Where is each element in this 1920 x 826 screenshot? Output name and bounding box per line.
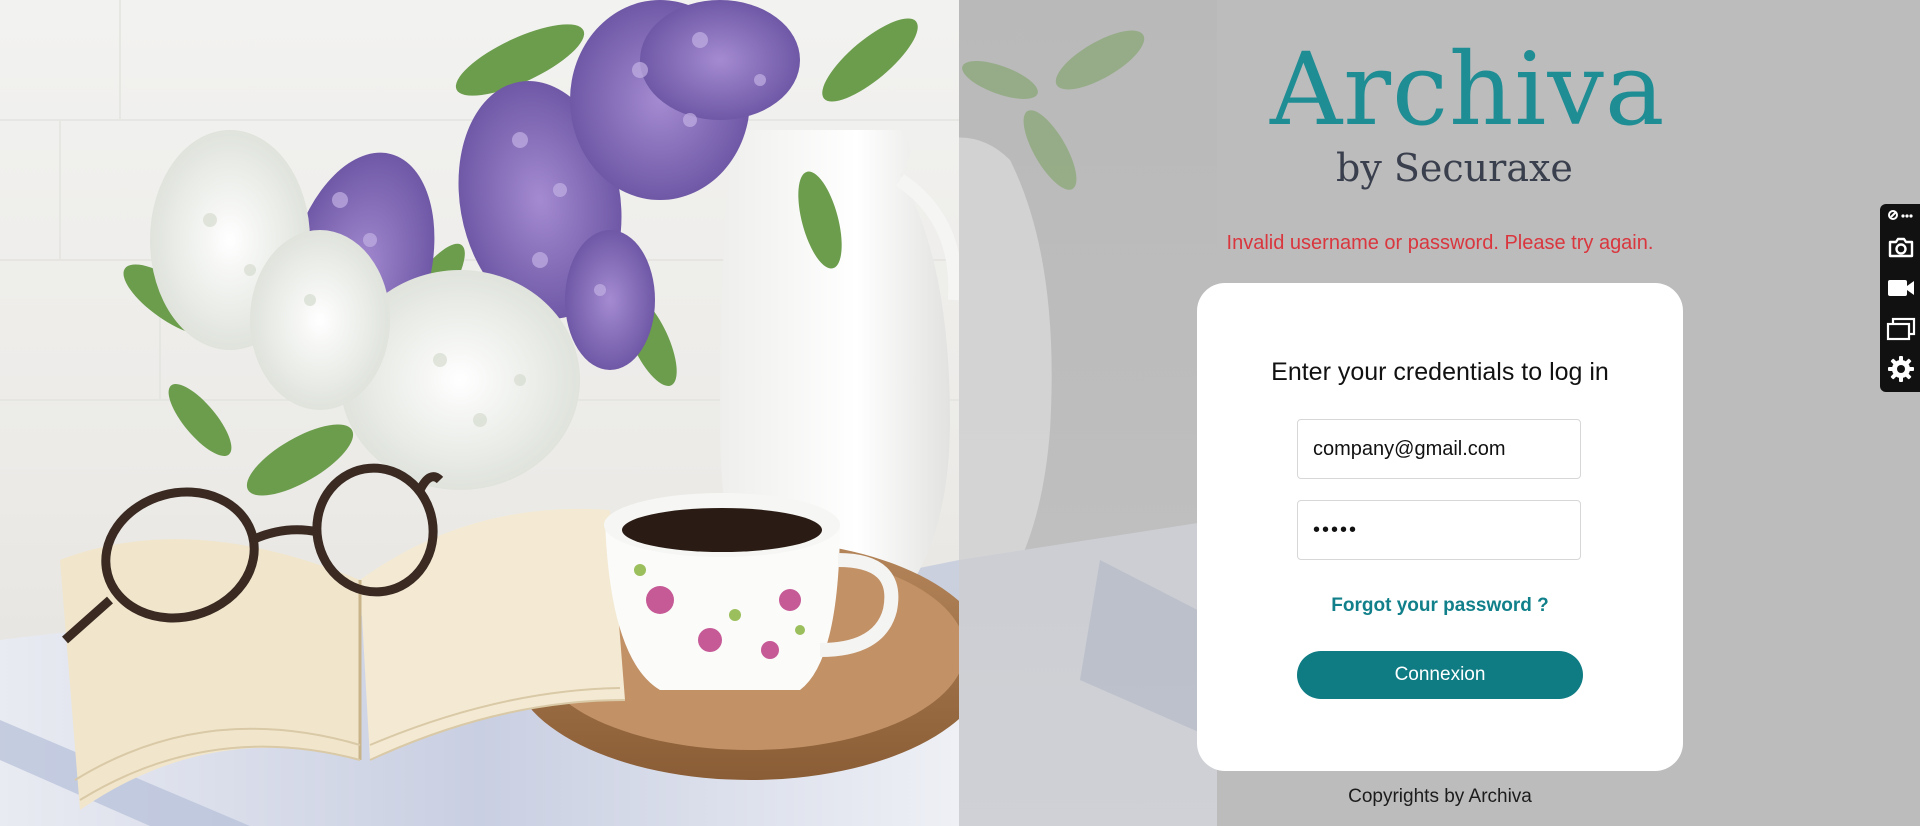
email-field[interactable] — [1297, 419, 1581, 479]
error-message: Invalid username or password. Please try… — [1226, 232, 1654, 254]
archiva-logo: Archiva by Securaxe — [1270, 40, 1665, 200]
password-field[interactable] — [1297, 500, 1581, 560]
logo-tagline: by Securaxe — [1336, 146, 1573, 190]
logo-brand: Archiva — [1270, 31, 1666, 148]
login-title: Enter your credentials to log in — [1271, 358, 1609, 386]
background-photo-faded — [959, 0, 1217, 826]
gear-icon[interactable] — [1886, 354, 1916, 384]
login-page: Archiva by Securaxe Invalid username or … — [0, 0, 1920, 826]
more-icon[interactable] — [1886, 206, 1916, 224]
login-card: Enter your credentials to log in Forgot … — [1197, 283, 1683, 771]
forgot-password-link[interactable]: Forgot your password ? — [1197, 595, 1683, 617]
video-icon[interactable] — [1886, 273, 1916, 303]
windows-icon[interactable] — [1886, 314, 1916, 344]
floating-toolbar — [1880, 204, 1920, 392]
connexion-button[interactable]: Connexion — [1297, 651, 1583, 699]
copyright-text: Copyrights by Archiva — [1348, 786, 1532, 807]
camera-icon[interactable] — [1886, 232, 1916, 262]
background-photo — [0, 0, 959, 826]
